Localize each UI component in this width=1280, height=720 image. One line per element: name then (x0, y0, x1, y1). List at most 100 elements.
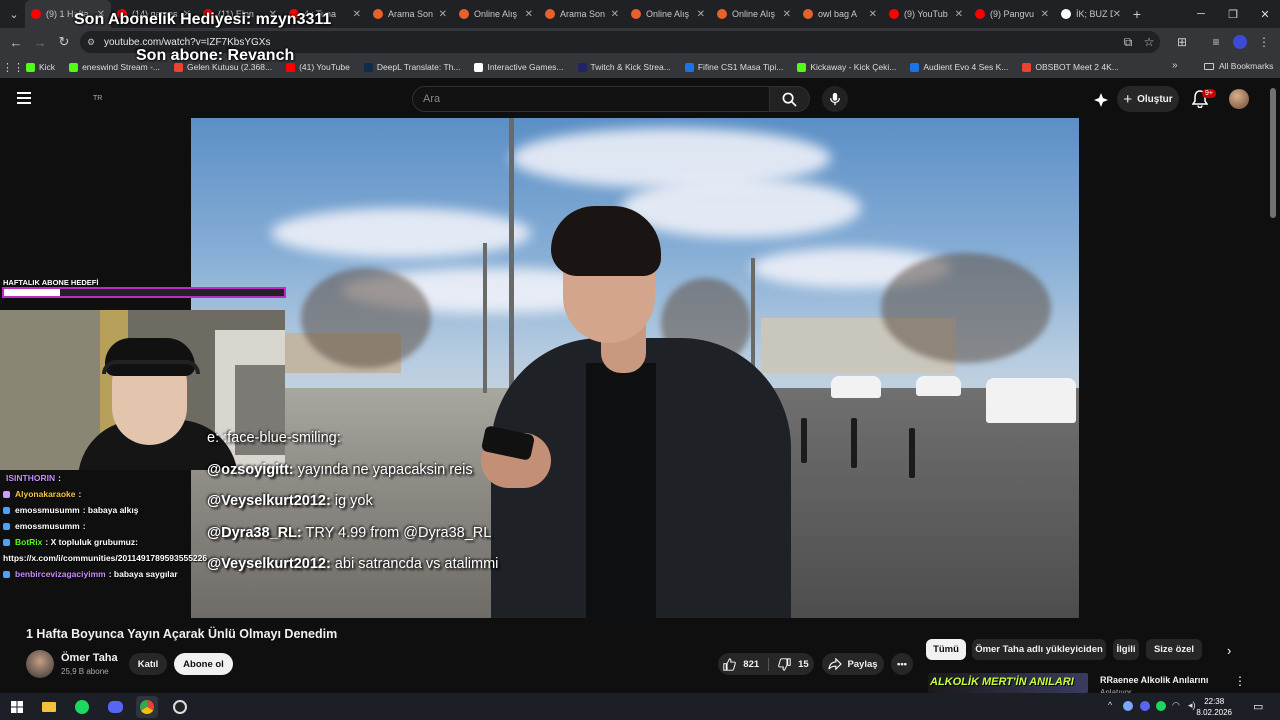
filter-chip[interactable]: Tümü (926, 639, 966, 660)
bookmark-item[interactable]: Interactive Games... (474, 62, 564, 72)
close-tab-icon[interactable]: ✕ (955, 9, 963, 20)
bookmark-item[interactable]: Twitch & Kick Strea... (577, 62, 671, 72)
file-explorer-button[interactable] (38, 696, 60, 718)
taskbar-clock[interactable]: 22:38 8.02.2026 (1196, 696, 1232, 718)
tab-search-button[interactable]: ⌄ (3, 3, 25, 25)
wifi-icon[interactable]: ◠ (1172, 700, 1180, 711)
close-window-button[interactable]: ✕ (1250, 0, 1280, 28)
close-tab-icon[interactable]: ✕ (697, 9, 705, 20)
browser-tab[interactable]: (9) YouTub ✕ (883, 0, 969, 28)
profile-avatar-icon[interactable] (1233, 35, 1247, 49)
close-tab-icon[interactable]: ✕ (783, 9, 791, 20)
tab-title: (9) YouTub (904, 9, 948, 19)
close-tab-icon[interactable]: ✕ (439, 9, 447, 20)
filter-chip[interactable]: Size özel (1146, 639, 1202, 660)
browser-tab[interactable]: Online Alış ✕ (711, 0, 797, 28)
account-avatar[interactable] (1229, 89, 1249, 109)
apps-icon[interactable]: ⋮⋮ (0, 61, 26, 74)
search-button[interactable] (770, 86, 810, 112)
notification-center-icon[interactable]: ▭ (1253, 700, 1263, 713)
ai-ask-icon[interactable] (1093, 92, 1109, 108)
close-tab-icon[interactable]: ✕ (1113, 9, 1121, 20)
browser-tab[interactable]: Arama Son ✕ (539, 0, 625, 28)
maximize-button[interactable]: ❐ (1218, 0, 1248, 28)
bookmark-star-icon[interactable]: ☆ (1141, 34, 1157, 50)
chrome-button[interactable] (136, 696, 158, 718)
media-controls-icon[interactable]: ≡ (1208, 34, 1224, 50)
close-tab-icon[interactable]: ✕ (353, 9, 361, 20)
install-app-icon[interactable]: ⧉ (1120, 34, 1136, 50)
browser-tab[interactable]: Arama Son ✕ (367, 0, 453, 28)
create-button[interactable]: + Oluştur (1117, 86, 1179, 112)
video-chat-user: @ozsoyigitt: (207, 461, 294, 478)
browser-tab[interactable]: (9) Pangvu ✕ (969, 0, 1055, 28)
bookmark-label: Kickaway - Kick Çeki... (810, 62, 897, 72)
video-chat-text: ig yok (330, 493, 373, 509)
obs-button[interactable] (169, 696, 191, 718)
page-scrollbar[interactable] (1270, 88, 1276, 218)
bookmark-item[interactable]: (41) YouTube (286, 62, 350, 72)
bookmark-item[interactable]: DeepL Translate: Th... (363, 62, 460, 72)
recommended-thumbnail[interactable]: ALKOLİK MERT'İN ANILARI (928, 673, 1088, 693)
bookmark-item[interactable]: OBSBOT Meet 2 4K... (1022, 62, 1119, 72)
chips-next-arrow-icon[interactable]: › (1227, 643, 1231, 658)
dislike-button[interactable]: 15 (769, 657, 809, 671)
tray-discord-icon[interactable] (1140, 701, 1150, 711)
back-button[interactable]: ← (4, 35, 28, 50)
discord-icon (107, 701, 123, 713)
close-tab-icon[interactable]: ✕ (1041, 9, 1049, 20)
minimize-button[interactable]: ─ (1186, 0, 1216, 28)
bookmark-favicon-icon (910, 62, 920, 72)
all-bookmarks-button[interactable]: All Bookmarks (1204, 61, 1273, 71)
browser-menu-icon[interactable]: ⋮ (1256, 34, 1272, 50)
search-input[interactable]: Ara (412, 86, 770, 112)
bookmark-item[interactable]: Fifine CS1 Masa Tipi... (684, 62, 783, 72)
video-title: 1 Hafta Boyunca Yayın Açarak Ünlü Olmayı… (26, 627, 338, 641)
bookmark-item[interactable]: Kick (26, 62, 55, 72)
bookmark-label: Interactive Games... (487, 62, 564, 72)
tray-spotify-icon[interactable] (1156, 701, 1166, 711)
share-button[interactable]: Paylaş (822, 653, 884, 675)
recommended-title[interactable]: RRaenee Alkolik Anılarını (1100, 675, 1208, 685)
more-actions-button[interactable]: ••• (891, 653, 913, 675)
spotify-button[interactable] (71, 696, 93, 718)
video-chat-user: @Dyra38_RL: (207, 524, 302, 541)
subscribe-button[interactable]: Abone ol (174, 653, 233, 675)
tray-app-icon[interactable] (1123, 701, 1133, 711)
site-info-icon[interactable]: ⚙ (87, 37, 95, 48)
new-tab-button[interactable]: + (1127, 6, 1147, 22)
close-tab-icon[interactable]: ✕ (869, 9, 877, 20)
bookmark-item[interactable]: Kickaway - Kick Çeki... (797, 62, 896, 72)
thumbs-up-icon (723, 657, 737, 671)
tab-favicon-icon (631, 9, 641, 19)
browser-tab[interactable]: Online Alış ✕ (453, 0, 539, 28)
forward-button[interactable]: → (28, 35, 52, 50)
sub-goal-fill (4, 289, 60, 296)
more-bookmarks-icon[interactable]: » (1172, 60, 1178, 71)
chat-badge-icon (3, 522, 10, 530)
volume-icon[interactable]: ◂) (1188, 700, 1196, 711)
browser-tab[interactable]: İK; BUZ D ✕ (1055, 0, 1127, 28)
channel-name[interactable]: Ömer Taha (61, 652, 118, 664)
recommended-menu-icon[interactable]: ⋮ (1234, 674, 1246, 688)
like-button[interactable]: 821 (723, 657, 770, 671)
filter-chip[interactable]: Ömer Taha adlı yükleyiciden (972, 639, 1106, 660)
hamburger-menu-icon[interactable] (17, 92, 31, 104)
channel-avatar[interactable] (26, 650, 54, 678)
video-chat-line: e: :face-blue-smiling: (207, 430, 498, 462)
close-tab-icon[interactable]: ✕ (611, 9, 619, 20)
tray-overflow-icon[interactable]: ^ (1108, 700, 1112, 710)
join-button[interactable]: Katıl (129, 653, 167, 675)
reload-button[interactable]: ↻ (52, 34, 76, 50)
start-button[interactable] (6, 696, 28, 718)
bookmark-item[interactable]: Audient Evo 4 Ses K... (910, 62, 1008, 72)
browser-tab[interactable]: owl bag A ✕ (797, 0, 883, 28)
bookmark-favicon-icon (26, 62, 35, 72)
filter-chip[interactable]: İlgili (1113, 639, 1139, 660)
close-tab-icon[interactable]: ✕ (525, 9, 533, 20)
extensions-icon[interactable]: ⊞ (1174, 34, 1190, 50)
discord-button[interactable] (104, 696, 126, 718)
tab-favicon-icon (889, 9, 899, 19)
voice-search-button[interactable] (822, 86, 848, 112)
browser-tab[interactable]: Online Alış ✕ (625, 0, 711, 28)
